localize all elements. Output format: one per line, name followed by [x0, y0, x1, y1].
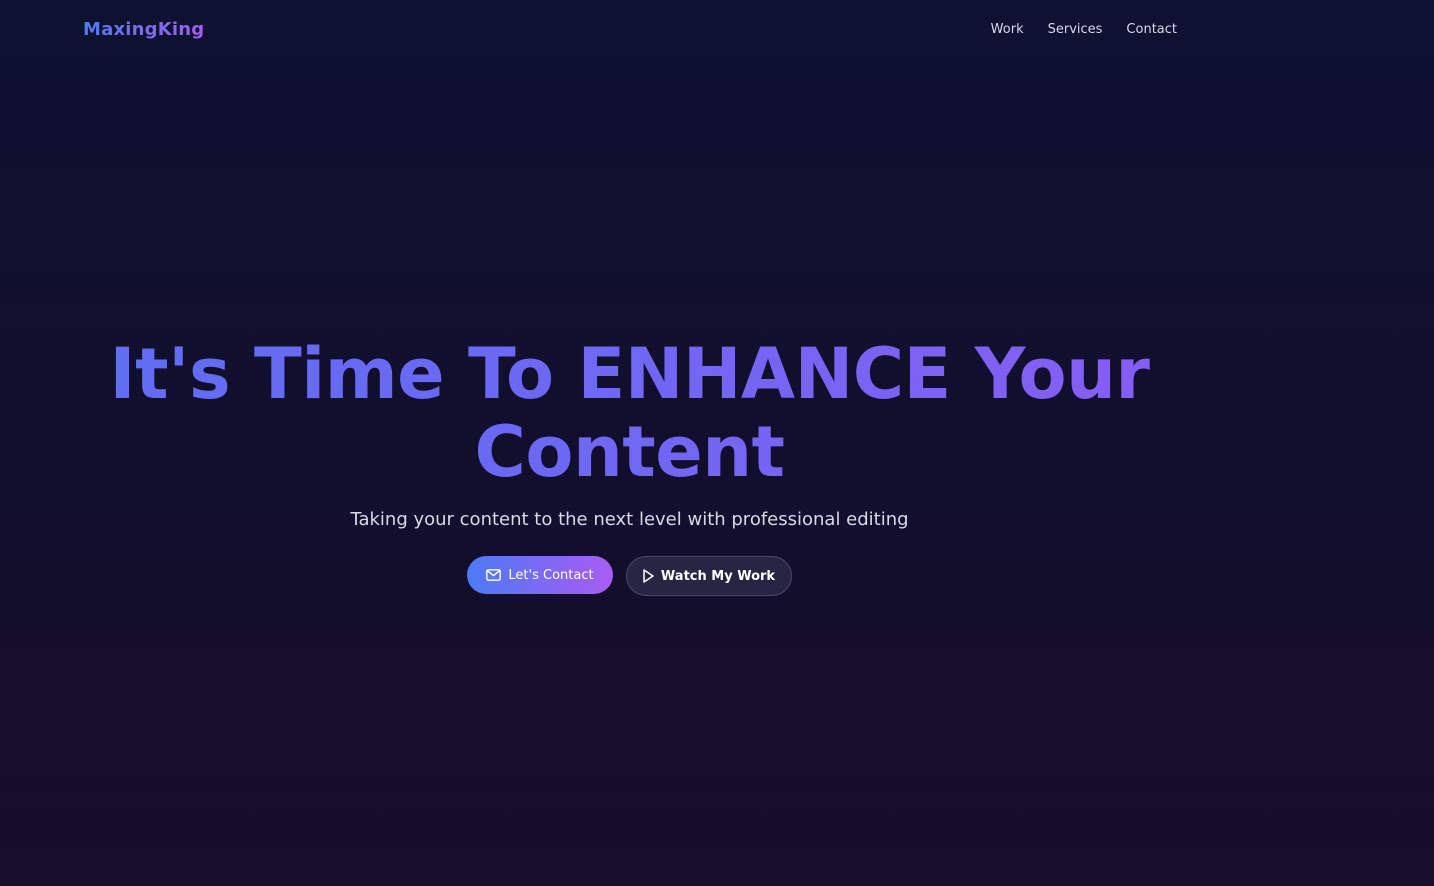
lets-contact-button[interactable]: Let's Contact	[467, 556, 613, 594]
mail-icon	[486, 569, 502, 581]
main-nav: Work Services Contact	[991, 22, 1177, 37]
watch-my-work-label: Watch My Work	[660, 568, 776, 584]
hero-section: It's Time To ENHANCE Your Content Taking…	[0, 335, 1259, 596]
hero-subtitle: Taking your content to the next level wi…	[350, 509, 909, 530]
hero-title-line-2: Content	[474, 411, 785, 493]
nav-link-contact[interactable]: Contact	[1126, 22, 1177, 37]
watch-my-work-button[interactable]: Watch My Work	[626, 556, 792, 596]
hero-title: It's Time To ENHANCE Your Content	[0, 335, 1259, 491]
site-header: MaxingKing Work Services Contact	[0, 0, 1434, 62]
lets-contact-label: Let's Contact	[508, 567, 594, 583]
nav-link-work[interactable]: Work	[991, 22, 1024, 37]
hero-title-line-1: It's Time To ENHANCE Your	[109, 333, 1150, 415]
play-icon	[643, 569, 654, 583]
hero-actions: Let's Contact Watch My Work	[0, 556, 1259, 596]
site-logo[interactable]: MaxingKing	[83, 19, 204, 40]
nav-link-services[interactable]: Services	[1048, 22, 1103, 37]
